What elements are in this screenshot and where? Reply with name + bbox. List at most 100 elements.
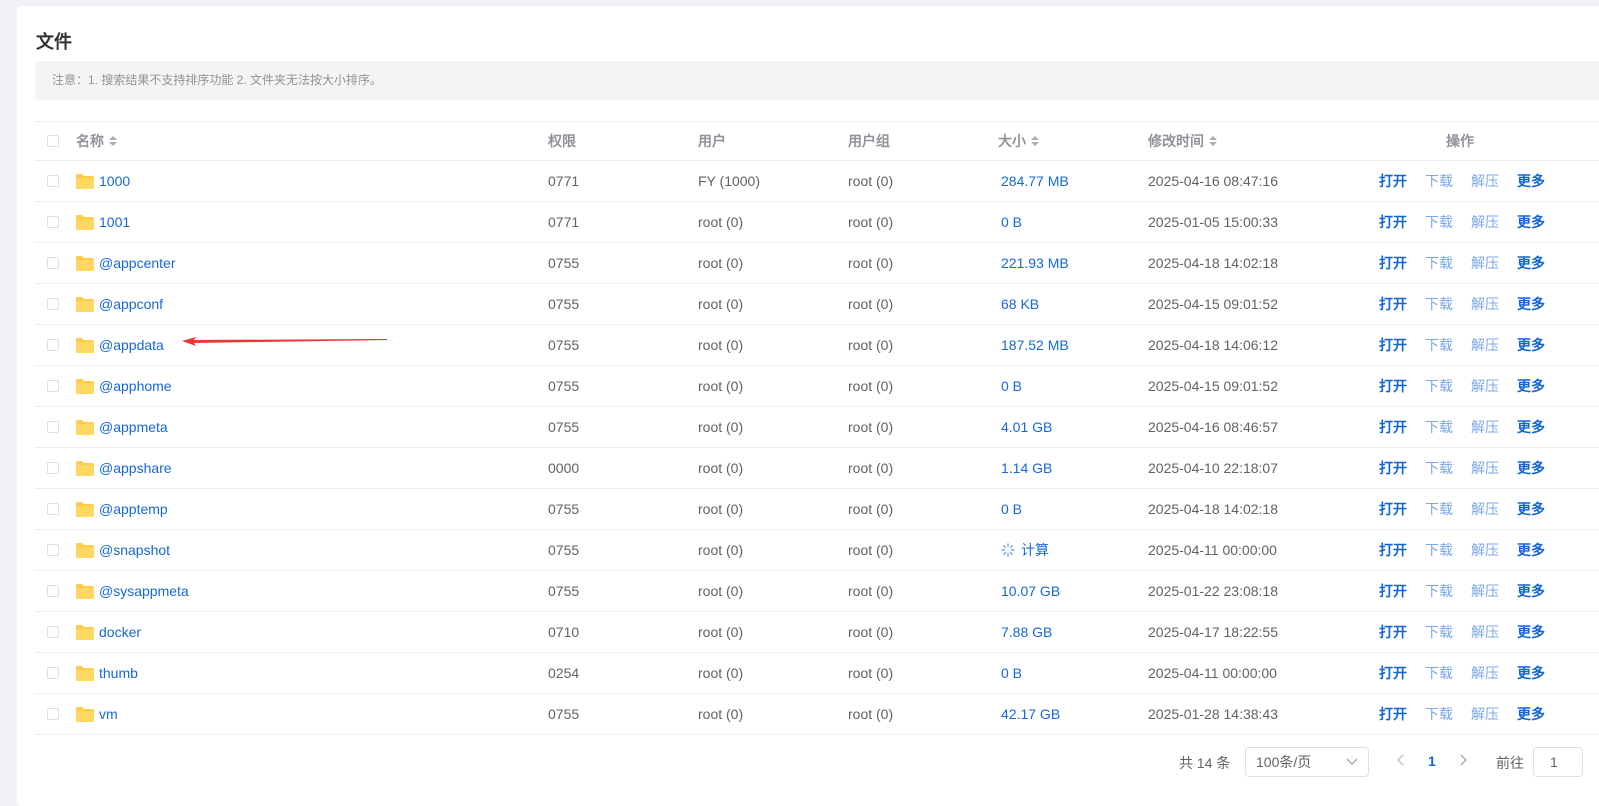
row-checkbox[interactable] [47,708,59,720]
more-button[interactable]: 更多 [1517,253,1545,273]
table-row[interactable]: @sysappmeta 0755 root (0) root (0) 10.07 GB 2… [35,571,1599,612]
open-button[interactable]: 打开 [1379,499,1407,519]
download-button[interactable]: 下载 [1425,253,1453,273]
row-checkbox[interactable] [47,298,59,310]
more-button[interactable]: 更多 [1517,417,1545,437]
more-button[interactable]: 更多 [1517,581,1545,601]
download-button[interactable]: 下载 [1425,335,1453,355]
download-button[interactable]: 下载 [1425,171,1453,191]
download-button[interactable]: 下载 [1425,704,1453,724]
extract-button[interactable]: 解压 [1471,171,1499,191]
download-button[interactable]: 下载 [1425,376,1453,396]
header-name[interactable]: 名称 [76,122,117,160]
header-mtime[interactable]: 修改时间 [1148,122,1217,160]
sort-icon[interactable] [1031,136,1039,146]
download-button[interactable]: 下载 [1425,294,1453,314]
sort-icon[interactable] [1209,136,1217,146]
folder-name-link[interactable]: @appcenter [99,255,175,271]
extract-button[interactable]: 解压 [1471,540,1499,560]
table-row[interactable]: thumb 0254 root (0) root (0) 0 B 2025-04-11 0… [35,653,1599,694]
open-button[interactable]: 打开 [1379,458,1407,478]
folder-name-link[interactable]: vm [99,706,118,722]
folder-name-link[interactable]: @appmeta [99,419,168,435]
extract-button[interactable]: 解压 [1471,581,1499,601]
table-row[interactable]: @apphome 0755 root (0) root (0) 0 B 2025-04-1… [35,366,1599,407]
folder-name-link[interactable]: @apptemp [99,501,168,517]
extract-button[interactable]: 解压 [1471,335,1499,355]
row-checkbox[interactable] [47,257,59,269]
extract-button[interactable]: 解压 [1471,622,1499,642]
extract-button[interactable]: 解压 [1471,704,1499,724]
prev-page-button[interactable] [1396,753,1404,769]
extract-button[interactable]: 解压 [1471,417,1499,437]
table-row[interactable]: docker 0710 root (0) root (0) 7.88 GB 2025-04… [35,612,1599,653]
more-button[interactable]: 更多 [1517,212,1545,232]
download-button[interactable]: 下载 [1425,622,1453,642]
more-button[interactable]: 更多 [1517,294,1545,314]
open-button[interactable]: 打开 [1379,581,1407,601]
open-button[interactable]: 打开 [1379,335,1407,355]
row-checkbox[interactable] [47,216,59,228]
table-row[interactable]: @appmeta 0755 root (0) root (0) 4.01 GB 2025-… [35,407,1599,448]
folder-name-link[interactable]: @sysappmeta [99,583,189,599]
more-button[interactable]: 更多 [1517,499,1545,519]
extract-button[interactable]: 解压 [1471,499,1499,519]
extract-button[interactable]: 解压 [1471,376,1499,396]
row-checkbox[interactable] [47,175,59,187]
more-button[interactable]: 更多 [1517,376,1545,396]
row-checkbox[interactable] [47,421,59,433]
table-row[interactable]: vm 0755 root (0) root (0) 42.17 GB 2025-01-28… [35,694,1599,735]
folder-name-link[interactable]: @apphome [99,378,172,394]
folder-name-link[interactable]: 1000 [99,173,130,189]
more-button[interactable]: 更多 [1517,540,1545,560]
more-button[interactable]: 更多 [1517,335,1545,355]
row-checkbox[interactable] [47,585,59,597]
open-button[interactable]: 打开 [1379,622,1407,642]
folder-name-link[interactable]: @snapshot [99,542,170,558]
table-row[interactable]: 1001 0771 root (0) root (0) 0 B 2025-01-05 15… [35,202,1599,243]
row-checkbox[interactable] [47,339,59,351]
download-button[interactable]: 下载 [1425,663,1453,683]
folder-name-link[interactable]: @appconf [99,296,163,312]
folder-name-link[interactable]: @appshare [99,460,172,476]
open-button[interactable]: 打开 [1379,417,1407,437]
extract-button[interactable]: 解压 [1471,458,1499,478]
open-button[interactable]: 打开 [1379,663,1407,683]
page-number-current[interactable]: 1 [1428,753,1436,769]
open-button[interactable]: 打开 [1379,294,1407,314]
download-button[interactable]: 下载 [1425,458,1453,478]
download-button[interactable]: 下载 [1425,499,1453,519]
download-button[interactable]: 下载 [1425,581,1453,601]
open-button[interactable]: 打开 [1379,376,1407,396]
folder-name-link[interactable]: docker [99,624,141,640]
more-button[interactable]: 更多 [1517,663,1545,683]
row-checkbox[interactable] [47,503,59,515]
table-row[interactable]: @snapshot 0755 root (0) root (0) 计算 2025-04-1… [35,530,1599,571]
extract-button[interactable]: 解压 [1471,294,1499,314]
folder-name-link[interactable]: 1001 [99,214,130,230]
page-size-select[interactable]: 100条/页 [1245,747,1369,777]
more-button[interactable]: 更多 [1517,704,1545,724]
goto-page-input[interactable] [1533,747,1583,777]
open-button[interactable]: 打开 [1379,253,1407,273]
size-calculate[interactable]: 计算 [1001,540,1049,560]
download-button[interactable]: 下载 [1425,540,1453,560]
select-all-checkbox[interactable] [47,135,59,147]
sort-icon[interactable] [109,136,117,146]
table-row[interactable]: @appcenter 0755 root (0) root (0) 221.93 MB 2… [35,243,1599,284]
row-checkbox[interactable] [47,626,59,638]
folder-name-link[interactable]: thumb [99,665,138,681]
open-button[interactable]: 打开 [1379,704,1407,724]
more-button[interactable]: 更多 [1517,458,1545,478]
open-button[interactable]: 打开 [1379,540,1407,560]
row-checkbox[interactable] [47,462,59,474]
header-size[interactable]: 大小 [998,122,1039,160]
extract-button[interactable]: 解压 [1471,663,1499,683]
more-button[interactable]: 更多 [1517,622,1545,642]
table-row[interactable]: @appshare 0000 root (0) root (0) 1.14 GB 2025… [35,448,1599,489]
next-page-button[interactable] [1460,753,1468,769]
row-checkbox[interactable] [47,544,59,556]
table-row[interactable]: 1000 0771 FY (1000) root (0) 284.77 MB 2025-0… [35,161,1599,202]
row-checkbox[interactable] [47,667,59,679]
open-button[interactable]: 打开 [1379,212,1407,232]
